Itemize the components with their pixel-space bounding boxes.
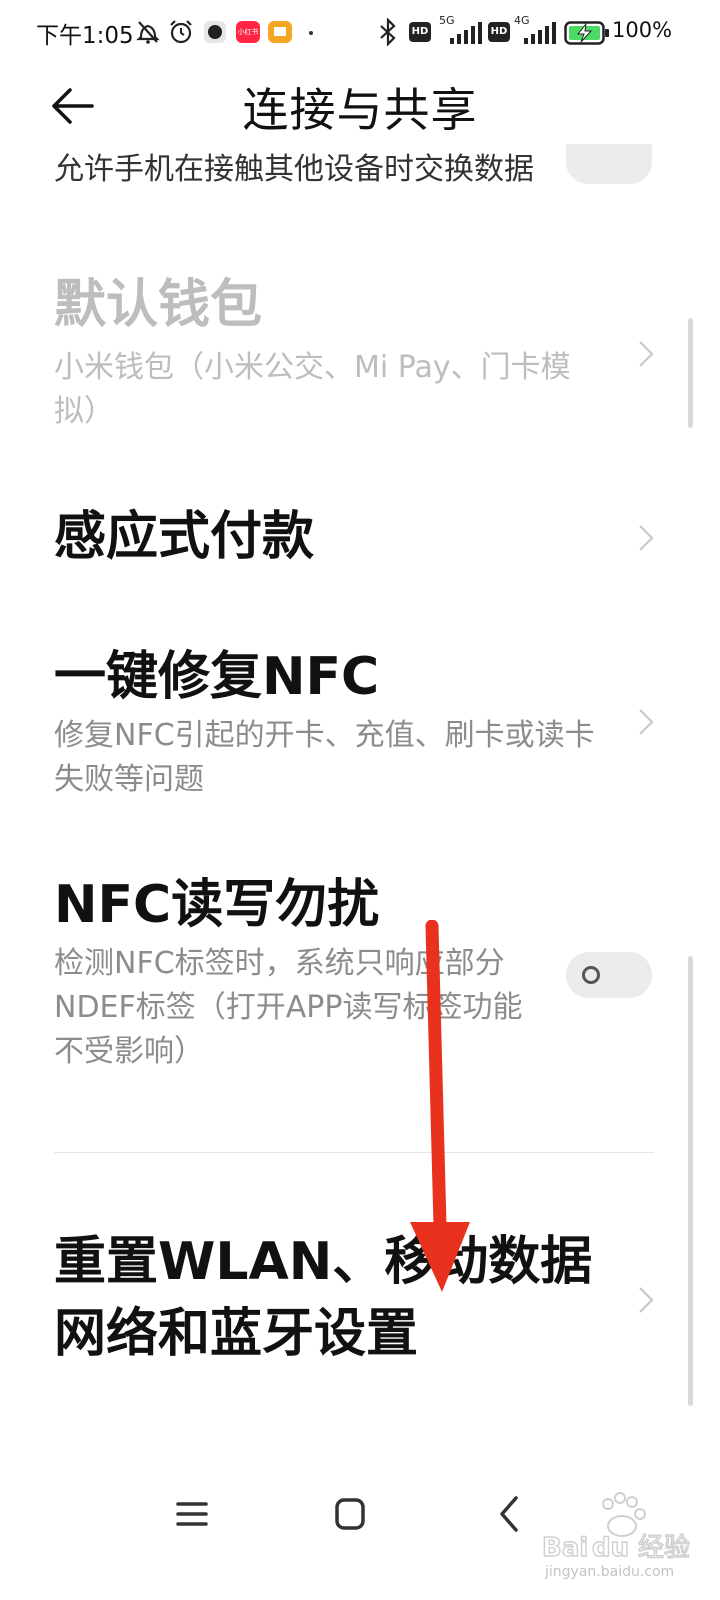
setting-desc: 修复NFC引起的开卡、充值、刷卡或读卡失败等问题: [54, 718, 595, 797]
setting-contactless-payment[interactable]: 感应式付款: [54, 504, 666, 574]
page-title: 连接与共享: [242, 83, 478, 137]
svg-text:du: du: [592, 1533, 629, 1563]
back-icon[interactable]: [486, 1492, 534, 1536]
nfc-exchange-toggle[interactable]: [566, 144, 652, 184]
page-header: 连接与共享: [0, 66, 720, 146]
setting-fix-nfc[interactable]: 一键修复NFC 修复NFC引起的开卡、充值、刷卡或读卡失败等问题: [54, 644, 666, 814]
hd-icon: HD: [409, 22, 431, 42]
annotation-down-arrow: [410, 920, 470, 1292]
setting-title: 感应式付款: [54, 507, 315, 567]
status-time: 下午1:05: [36, 23, 134, 49]
status-bar: 下午1:05 小红书 HD 5G HD 4G 100%: [0, 0, 720, 66]
chevron-right-icon: [639, 1287, 654, 1313]
chevron-right-icon: [639, 709, 654, 735]
section-divider: [54, 1152, 654, 1153]
home-icon[interactable]: [326, 1492, 374, 1536]
battery-charging-icon: [564, 21, 609, 45]
app-circle-icon: [204, 21, 226, 43]
svg-text:Bai: Bai: [542, 1533, 588, 1563]
dot-icon: [309, 31, 313, 35]
hd-icon: HD: [488, 22, 510, 42]
bluetooth-icon: [380, 18, 396, 46]
setting-reset-network[interactable]: 重置WLAN、移动数据网络和蓝牙设置: [54, 1226, 666, 1376]
menu-icon[interactable]: [168, 1492, 216, 1536]
mute-bell-icon: [136, 21, 160, 44]
watermark-url: jingyan.baidu.com: [545, 1564, 675, 1580]
setting-desc: 允许手机在接触其他设备时交换数据: [54, 152, 534, 187]
nfc-dnd-toggle[interactable]: [566, 952, 652, 998]
battery-percent: 100%: [612, 18, 673, 42]
alarm-icon: [170, 20, 192, 44]
scrollbar[interactable]: [688, 956, 693, 1406]
toggle-knob: [582, 966, 600, 984]
setting-title: 一键修复NFC: [54, 647, 380, 707]
svg-text:经验: 经验: [638, 1533, 690, 1563]
chevron-right-icon: [639, 341, 654, 367]
chevron-right-icon: [639, 525, 654, 551]
notes-app-icon: [268, 21, 292, 43]
setting-default-wallet[interactable]: 默认钱包 小米钱包（小米公交、Mi Pay、门卡模拟）: [54, 272, 666, 442]
setting-desc: 小米钱包（小米公交、Mi Pay、门卡模拟）: [54, 350, 571, 429]
setting-title: 默认钱包: [54, 275, 263, 335]
scrollbar[interactable]: [688, 318, 693, 428]
setting-title: 重置WLAN、移动数据网络和蓝牙设置: [54, 1232, 593, 1364]
signal-5g-icon: [450, 22, 482, 44]
setting-title: NFC读写勿扰: [54, 875, 380, 935]
xiaohongshu-icon: 小红书: [236, 21, 260, 43]
signal-4g-icon: [524, 22, 556, 44]
